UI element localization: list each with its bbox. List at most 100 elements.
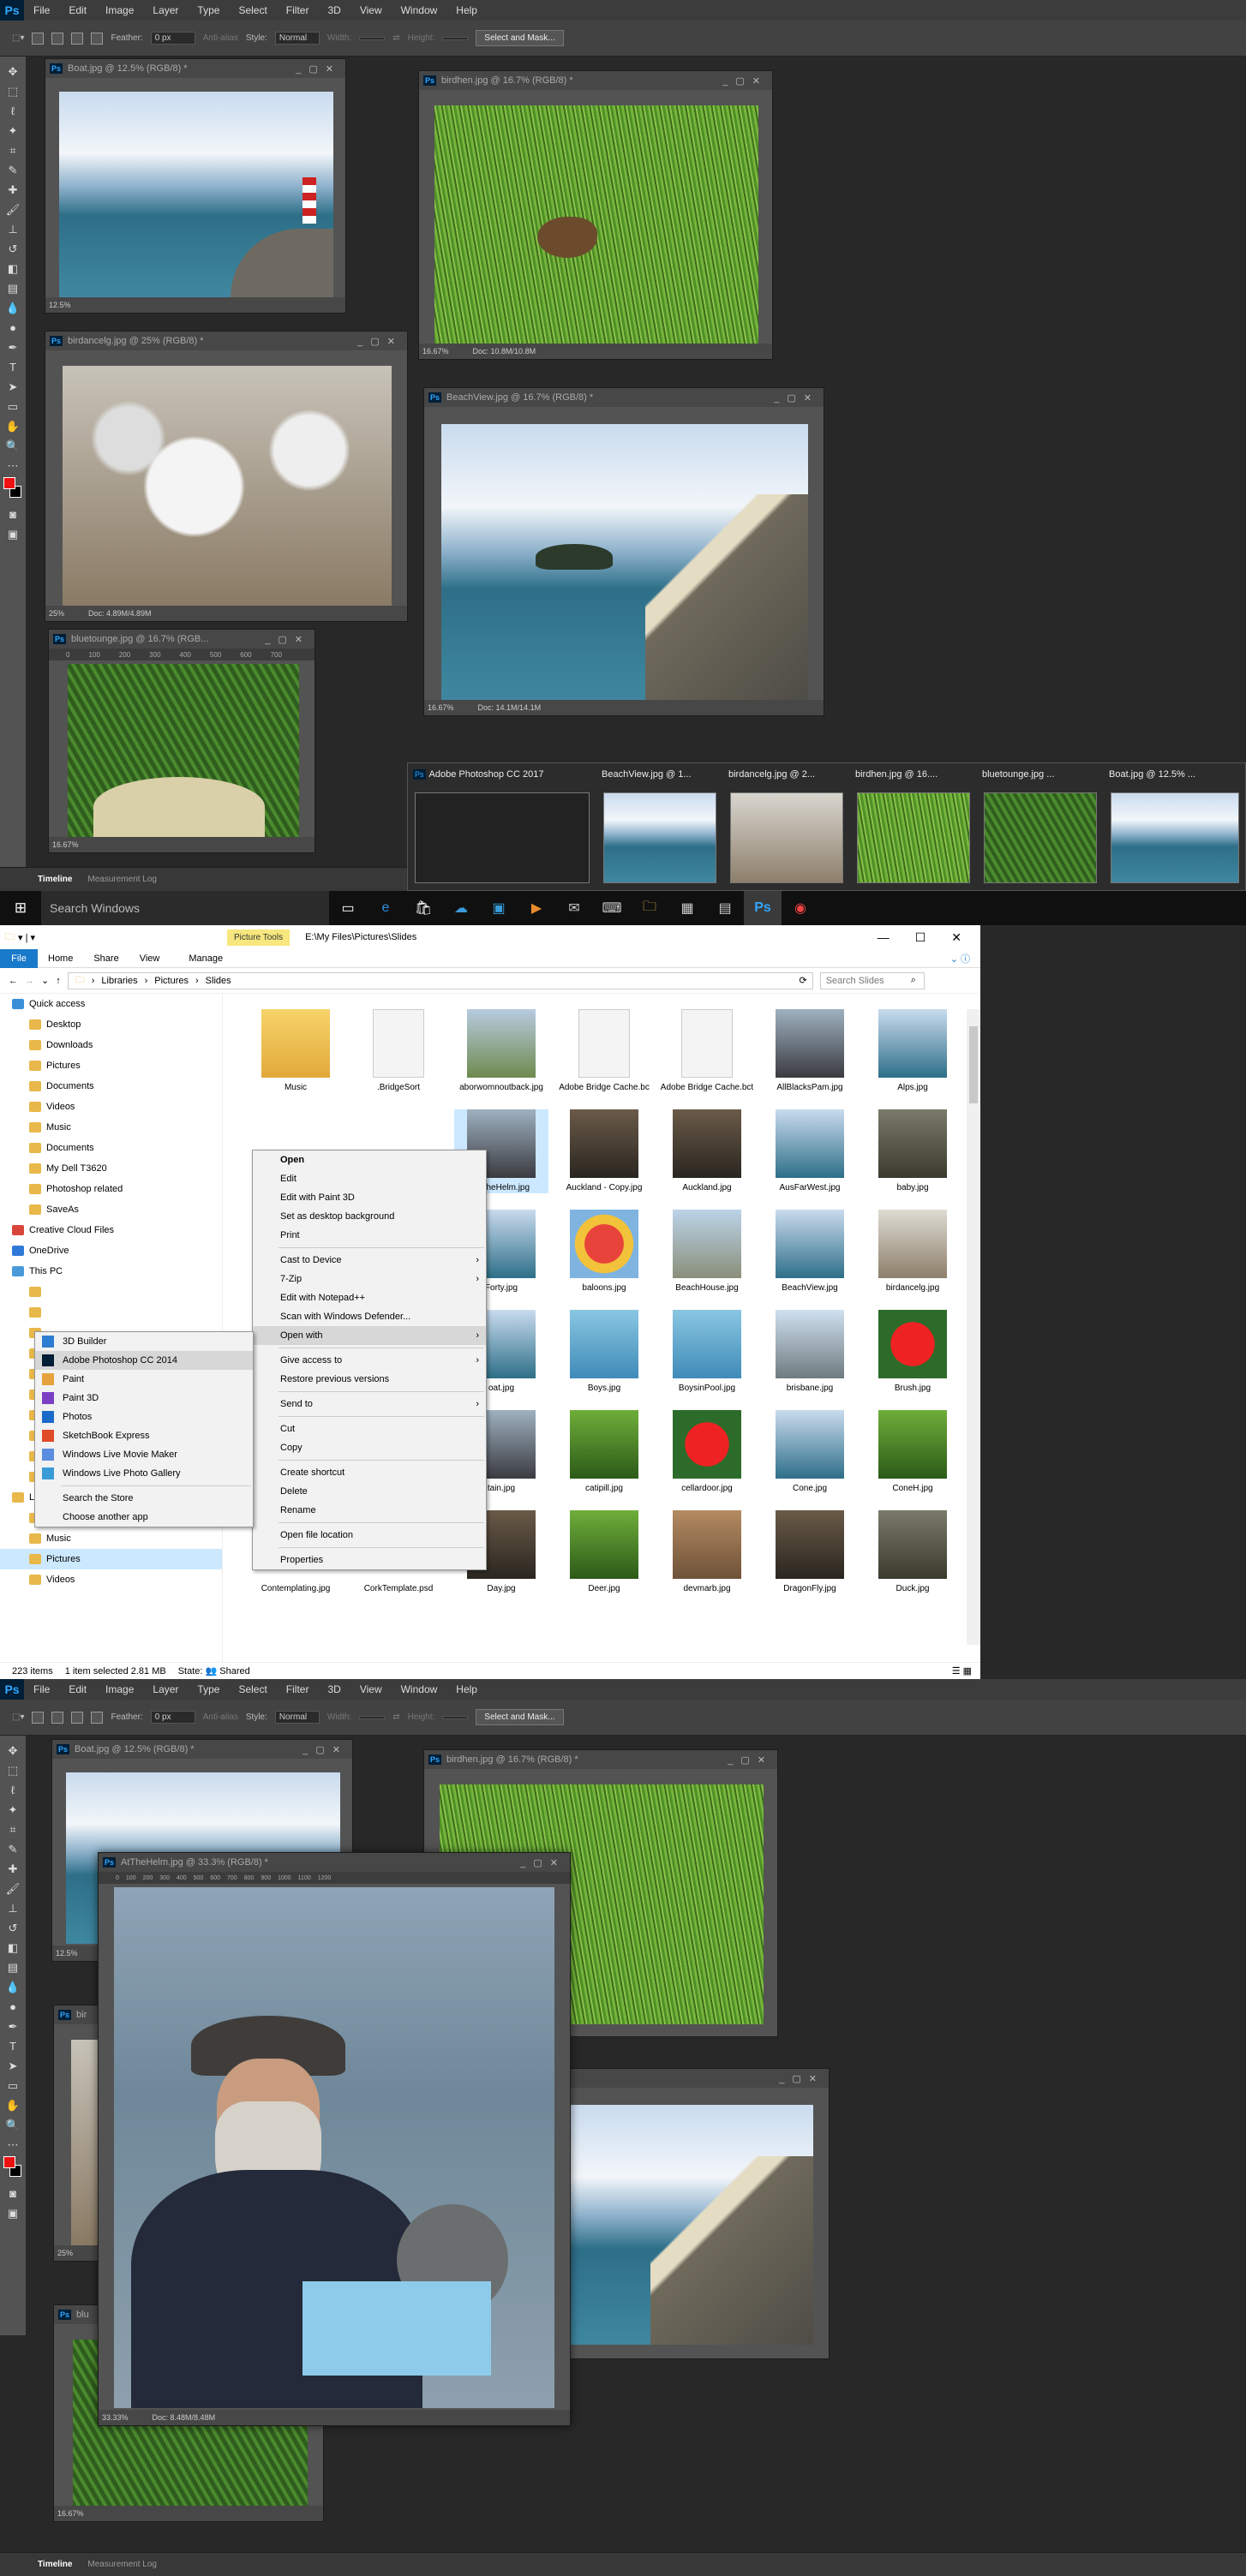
- style-select[interactable]: Normal: [274, 32, 320, 45]
- context-menu-item[interactable]: Cut: [253, 1419, 486, 1438]
- sidebar-item[interactable]: Quick access: [0, 994, 222, 1014]
- context-menu-item[interactable]: Cast to Device ›: [253, 1251, 486, 1270]
- move-tool-icon[interactable]: ✥: [4, 1742, 21, 1759]
- file-item[interactable]: BeachView.jpg: [763, 1210, 857, 1294]
- zoom-level[interactable]: 25%: [49, 609, 64, 618]
- notes-icon[interactable]: ▤: [706, 891, 744, 925]
- pen-icon[interactable]: ✒: [4, 339, 21, 356]
- document-title-bar[interactable]: Ps birdhen.jpg @ 16.7% (RGB/8) * _▢✕: [419, 71, 772, 90]
- height-input[interactable]: [442, 1715, 469, 1719]
- preview-boat[interactable]: Boat.jpg @ 12.5% ...: [1104, 763, 1246, 891]
- preview-beachview[interactable]: BeachView.jpg @ 1...: [596, 763, 723, 891]
- context-menu-item[interactable]: Open file location: [253, 1526, 486, 1545]
- open-with-item[interactable]: Windows Live Movie Maker: [35, 1445, 253, 1464]
- sidebar-item[interactable]: Music: [0, 1117, 222, 1138]
- intersect-selection-icon[interactable]: [91, 1711, 104, 1724]
- file-item[interactable]: Duck.jpg: [866, 1510, 960, 1594]
- screen-mode-icon[interactable]: ▣: [4, 526, 21, 542]
- sidebar-item[interactable]: Photoshop related: [0, 1179, 222, 1199]
- anti-alias-checkbox[interactable]: Anti-alias: [203, 1712, 238, 1722]
- edge-icon[interactable]: e: [367, 891, 404, 925]
- sidebar-item[interactable]: This PC: [0, 1261, 222, 1282]
- document-window-birdhen[interactable]: Ps birdhen.jpg @ 16.7% (RGB/8) * _▢✕ 16.67…: [418, 70, 773, 360]
- shape-icon[interactable]: ▭: [4, 2077, 21, 2094]
- open-with-item[interactable]: Adobe Photoshop CC 2014: [35, 1351, 253, 1370]
- swap-icon[interactable]: ⇄: [392, 1712, 399, 1722]
- more-tools-icon[interactable]: ⋯: [4, 2137, 21, 2153]
- menu-select[interactable]: Select: [229, 4, 276, 16]
- window-controls[interactable]: — ☐ ✕: [878, 930, 980, 945]
- document-title-bar[interactable]: Ps Boat.jpg @ 12.5% (RGB/8) * _▢✕: [45, 59, 345, 78]
- lasso-icon[interactable]: ℓ: [4, 1782, 21, 1798]
- context-menu-item[interactable]: Open with ›: [253, 1326, 486, 1345]
- file-item[interactable]: BeachHouse.jpg: [660, 1210, 754, 1294]
- file-item[interactable]: devmarb.jpg: [660, 1510, 754, 1594]
- file-item[interactable]: baloons.jpg: [557, 1210, 651, 1294]
- file-item[interactable]: aborwomnoutback.jpg: [454, 1009, 548, 1093]
- menu-type[interactable]: Type: [188, 1683, 229, 1695]
- calculator-icon[interactable]: ▦: [668, 891, 706, 925]
- breadcrumb-libraries[interactable]: Libraries: [101, 976, 137, 986]
- media-icon[interactable]: ▶: [518, 891, 555, 925]
- sidebar-item[interactable]: Music: [0, 1528, 222, 1549]
- open-with-item[interactable]: 3D Builder: [35, 1332, 253, 1351]
- file-item[interactable]: cellardoor.jpg: [660, 1410, 754, 1494]
- menu-help[interactable]: Help: [446, 1683, 487, 1695]
- window-controls[interactable]: _▢✕: [722, 75, 768, 87]
- sidebar-item[interactable]: Videos: [0, 1097, 222, 1117]
- anti-alias-checkbox[interactable]: Anti-alias: [203, 33, 238, 43]
- breadcrumb-slides[interactable]: Slides: [206, 976, 231, 986]
- ribbon-view[interactable]: View: [129, 953, 171, 964]
- swap-icon[interactable]: ⇄: [392, 33, 399, 43]
- width-input[interactable]: [359, 1715, 386, 1719]
- marquee-tool-icon[interactable]: ⬚▾: [12, 1712, 24, 1722]
- new-selection-icon[interactable]: [32, 1711, 45, 1724]
- menu-layer[interactable]: Layer: [143, 4, 188, 16]
- intersect-selection-icon[interactable]: [91, 32, 104, 45]
- menu-filter[interactable]: Filter: [277, 1683, 319, 1695]
- select-and-mask-button[interactable]: Select and Mask...: [476, 1709, 564, 1725]
- history-brush-icon[interactable]: ↺: [4, 1920, 21, 1936]
- file-item[interactable]: ConeH.jpg: [866, 1410, 960, 1494]
- style-select[interactable]: Normal: [274, 1711, 320, 1724]
- ribbon-share[interactable]: Share: [83, 953, 129, 964]
- path-select-icon[interactable]: ➤: [4, 2058, 21, 2074]
- menu-help[interactable]: Help: [446, 4, 487, 16]
- window-controls[interactable]: _▢✕: [728, 1754, 773, 1766]
- window-controls[interactable]: _▢✕: [357, 336, 403, 347]
- blur-icon[interactable]: 💧: [4, 1979, 21, 1995]
- color-swatches[interactable]: [3, 2156, 22, 2182]
- shape-icon[interactable]: ▭: [4, 398, 21, 415]
- file-item[interactable]: birdancelg.jpg: [866, 1210, 960, 1294]
- forward-icon[interactable]: →: [25, 976, 34, 986]
- breadcrumb-pictures[interactable]: Pictures: [154, 976, 189, 986]
- terminal-icon[interactable]: ⌨: [593, 891, 631, 925]
- magic-wand-icon[interactable]: ✦: [4, 1802, 21, 1818]
- window-controls[interactable]: _▢✕: [303, 1744, 348, 1755]
- minimize-icon[interactable]: —: [878, 930, 890, 945]
- picture-tools-tab[interactable]: Picture Tools: [227, 929, 291, 946]
- close-icon[interactable]: ✕: [951, 930, 961, 945]
- context-menu-item[interactable]: Restore previous versions: [253, 1370, 486, 1389]
- sidebar-item[interactable]: Downloads: [0, 1035, 222, 1055]
- menu-image[interactable]: Image: [96, 4, 143, 16]
- task-view-icon[interactable]: ▭: [329, 891, 367, 925]
- history-brush-icon[interactable]: ↺: [4, 241, 21, 257]
- file-item[interactable]: baby.jpg: [866, 1109, 960, 1193]
- zoom-level[interactable]: 16.67%: [422, 347, 449, 356]
- marquee-tool-icon[interactable]: ⬚▾: [12, 33, 24, 43]
- file-item[interactable]: DragonFly.jpg: [763, 1510, 857, 1594]
- file-item[interactable]: BoysinPool.jpg: [660, 1310, 754, 1394]
- type-icon[interactable]: T: [4, 2038, 21, 2054]
- document-title-bar[interactable]: Ps AtTheHelm.jpg @ 33.3% (RGB/8) * _▢✕: [99, 1853, 570, 1872]
- context-menu-item[interactable]: Edit with Notepad++: [253, 1288, 486, 1307]
- ribbon-manage[interactable]: Manage: [178, 953, 233, 964]
- menu-3d[interactable]: 3D: [318, 1683, 350, 1695]
- sidebar-item[interactable]: Documents: [0, 1076, 222, 1097]
- subtract-selection-icon[interactable]: [71, 1711, 84, 1724]
- search-slides-input[interactable]: Search Slides: [819, 971, 925, 989]
- document-title-bar[interactable]: Ps birdhen.jpg @ 16.7% (RGB/8) * _▢✕: [424, 1750, 777, 1769]
- open-with-item[interactable]: Paint 3D: [35, 1389, 253, 1408]
- preview-photoshop[interactable]: Ps Adobe Photoshop CC 2017: [408, 763, 596, 891]
- sidebar-item[interactable]: Videos: [0, 1569, 222, 1590]
